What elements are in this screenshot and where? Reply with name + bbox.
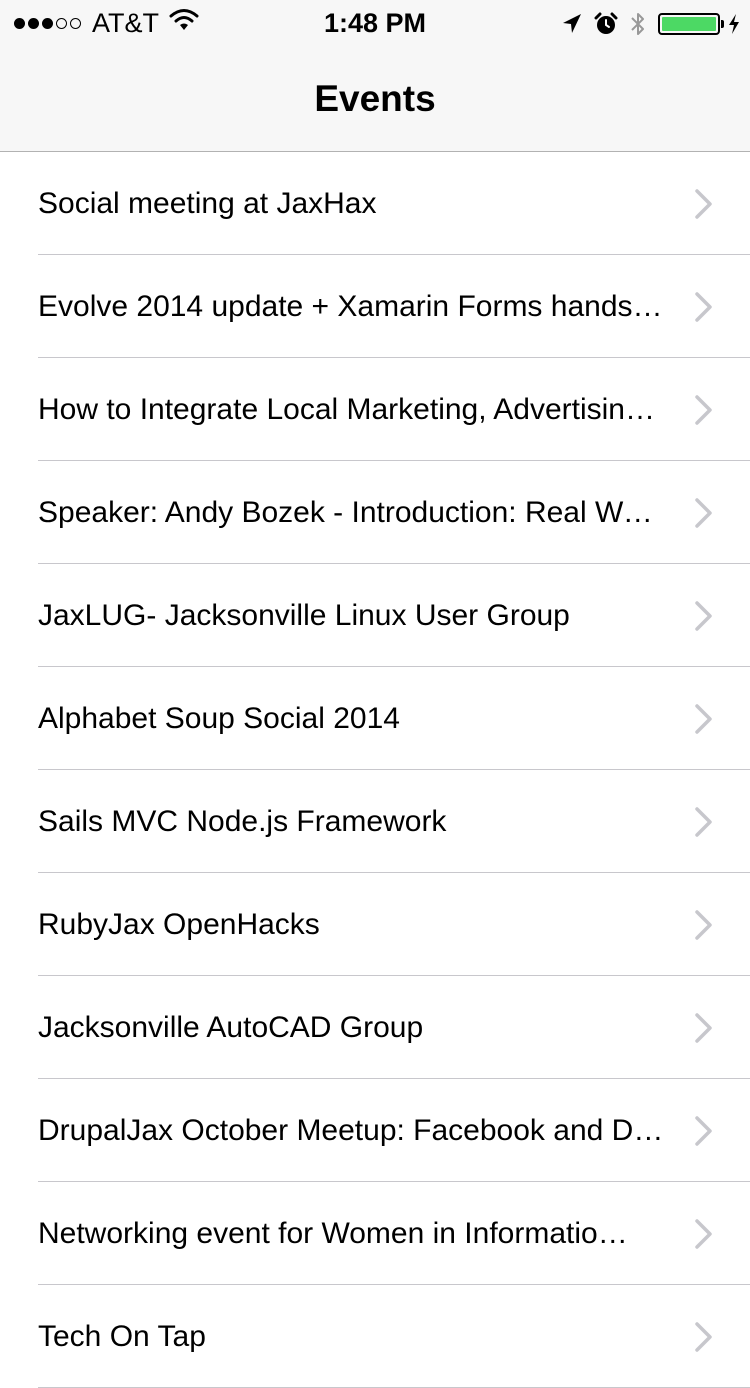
chevron-right-icon	[692, 1321, 716, 1353]
event-title: JaxLUG- Jacksonville Linux User Group	[38, 599, 570, 632]
chevron-right-icon	[692, 1115, 716, 1147]
event-title: How to Integrate Local Marketing, Advert…	[38, 393, 655, 426]
event-row[interactable]: RubyJax OpenHacks	[0, 873, 750, 976]
event-row[interactable]: Speaker: Andy Bozek - Introduction: Real…	[0, 461, 750, 564]
event-row[interactable]: How to Integrate Local Marketing, Advert…	[0, 358, 750, 461]
chevron-right-icon	[692, 394, 716, 426]
event-row[interactable]: Evolve 2014 update + Xamarin Forms hands…	[0, 255, 750, 358]
chevron-right-icon	[692, 188, 716, 220]
event-row[interactable]: Alphabet Soup Social 2014	[0, 667, 750, 770]
event-row[interactable]: DrupalJax October Meetup: Facebook and D…	[0, 1079, 750, 1182]
event-row[interactable]: Networking event for Women in Informatio…	[0, 1182, 750, 1285]
chevron-right-icon	[692, 497, 716, 529]
event-title: Speaker: Andy Bozek - Introduction: Real…	[38, 496, 668, 529]
navigation-bar: Events	[0, 40, 750, 152]
event-row[interactable]: JaxLUG- Jacksonville Linux User Group	[0, 564, 750, 667]
chevron-right-icon	[692, 703, 716, 735]
events-list: Social meeting at JaxHax Evolve 2014 upda…	[0, 152, 750, 1388]
chevron-right-icon	[692, 909, 716, 941]
chevron-right-icon	[692, 1012, 716, 1044]
event-row[interactable]: Social meeting at JaxHax	[0, 152, 750, 255]
alarm-icon	[594, 12, 618, 36]
event-title: Social meeting at JaxHax	[38, 187, 377, 220]
event-title: Evolve 2014 update + Xamarin Forms hands…	[38, 290, 663, 323]
chevron-right-icon	[692, 1218, 716, 1250]
status-bar-right	[550, 9, 740, 39]
chevron-right-icon	[692, 291, 716, 323]
event-title: Sails MVC Node.js Framework	[38, 805, 447, 838]
bluetooth-icon	[630, 10, 646, 38]
battery-icon	[658, 13, 724, 35]
event-row[interactable]: Tech On Tap	[0, 1285, 750, 1388]
page-title: Events	[314, 78, 436, 119]
event-title: DrupalJax October Meetup: Facebook and D…	[38, 1114, 664, 1147]
chevron-right-icon	[692, 806, 716, 838]
event-title: Networking event for Women in Informatio…	[38, 1217, 628, 1250]
location-arrow-icon	[562, 13, 582, 35]
event-title: Alphabet Soup Social 2014	[38, 702, 400, 735]
event-row[interactable]: Jacksonville AutoCAD Group	[0, 976, 750, 1079]
event-row[interactable]: Sails MVC Node.js Framework	[0, 770, 750, 873]
status-bar: AT&T 1:48 PM	[0, 0, 750, 40]
event-title: RubyJax OpenHacks	[38, 908, 320, 941]
event-title: Jacksonville AutoCAD Group	[38, 1011, 424, 1044]
event-title: Tech On Tap	[38, 1320, 206, 1353]
charging-bolt-icon	[728, 13, 740, 35]
chevron-right-icon	[692, 600, 716, 632]
